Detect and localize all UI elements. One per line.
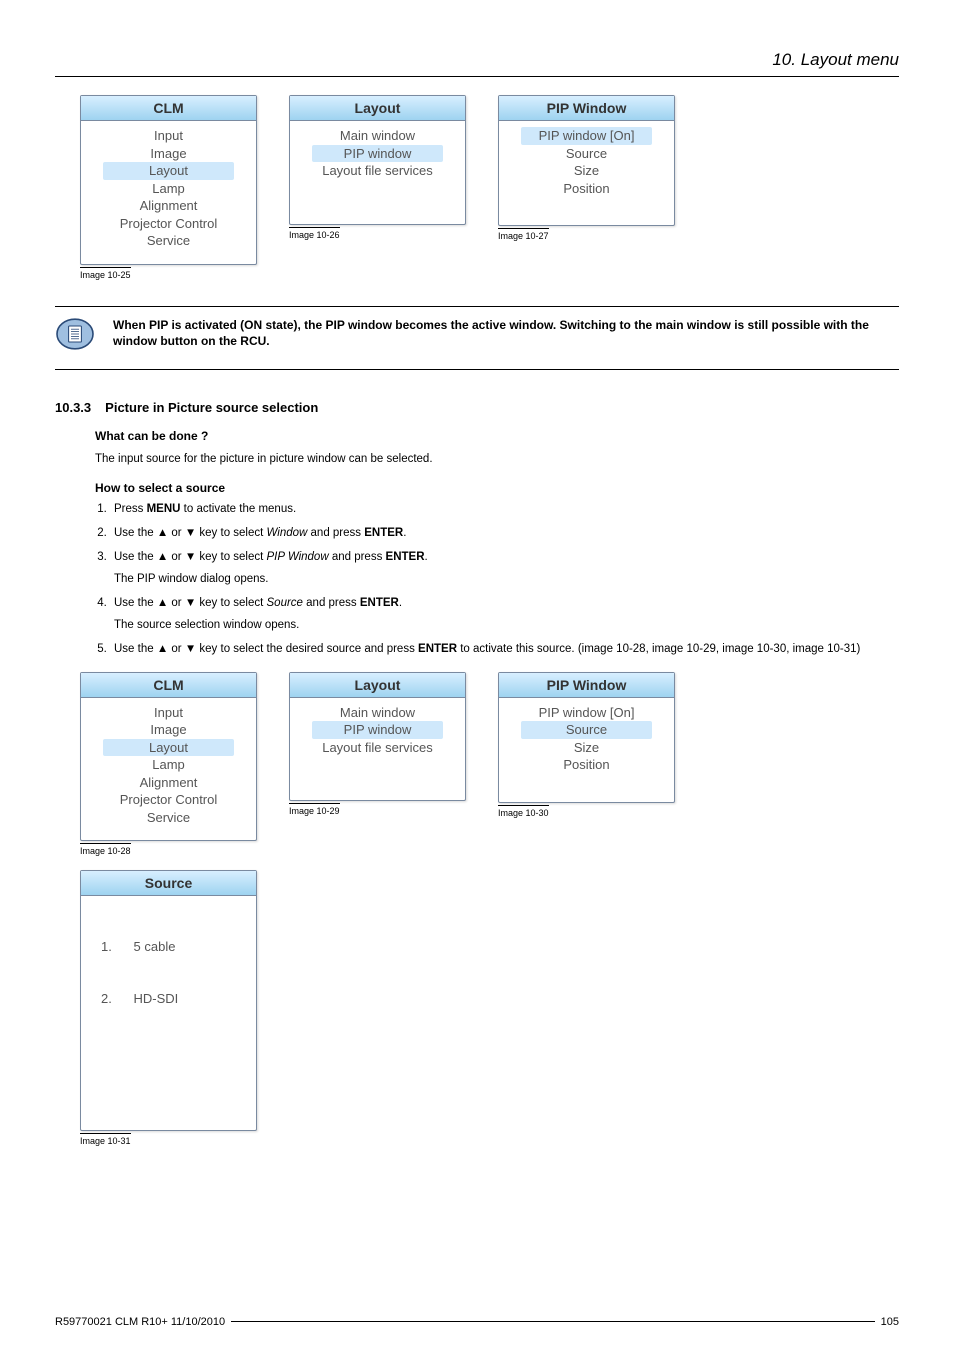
menu-item[interactable]: Projector Control <box>85 215 252 233</box>
menu-item[interactable]: 1. 5 cable <box>101 938 252 956</box>
menu-item[interactable]: Main window <box>294 704 461 722</box>
image-caption: Image 10-29 <box>289 803 340 816</box>
section-title: Picture in Picture source selection <box>105 400 318 415</box>
menu-clm-title: CLM <box>81 96 256 121</box>
menu-item[interactable]: Input <box>85 127 252 145</box>
menu-layout-title: Layout <box>290 96 465 121</box>
menu-item[interactable]: Service <box>85 809 252 827</box>
menu-item[interactable]: Layout file services <box>294 739 461 757</box>
menu-source-title: Source <box>81 871 256 896</box>
note-icon <box>55 317 95 351</box>
header-rule <box>55 76 899 77</box>
menu-row-bottom: CLM Input Image Layout Lamp Alignment Pr… <box>80 672 899 857</box>
menu-item-selected[interactable]: PIP window <box>312 721 443 739</box>
menu-item[interactable]: Input <box>85 704 252 722</box>
menu-item[interactable]: PIP window [On] <box>503 704 670 722</box>
menu-item-selected[interactable]: PIP window [On] <box>521 127 652 145</box>
menu-clm: CLM Input Image Layout Lamp Alignment Pr… <box>80 95 257 265</box>
menu-item[interactable]: Service <box>85 232 252 250</box>
footer-page-number: 105 <box>881 1316 899 1328</box>
menu-row-top: CLM Input Image Layout Lamp Alignment Pr… <box>80 95 899 280</box>
menu-item[interactable]: Lamp <box>85 180 252 198</box>
image-caption: Image 10-27 <box>498 228 549 241</box>
menu-pip: PIP Window PIP window [On] Source Size P… <box>498 95 675 226</box>
menu-item-selected[interactable]: Layout <box>103 739 234 757</box>
footer: R59770021 CLM R10+ 11/10/2010 105 <box>55 1316 899 1328</box>
page-header: 10. Layout menu <box>55 50 899 70</box>
step-2: Use the ▲ or ▼ key to select Window and … <box>110 525 899 541</box>
menu-item-selected[interactable]: Source <box>521 721 652 739</box>
menu-pip-b: PIP Window PIP window [On] Source Size P… <box>498 672 675 803</box>
menu-layout-b-title: Layout <box>290 673 465 698</box>
menu-item[interactable]: Lamp <box>85 756 252 774</box>
step-3: Use the ▲ or ▼ key to select PIP Window … <box>110 549 899 587</box>
menu-item[interactable]: Main window <box>294 127 461 145</box>
menu-item[interactable]: Layout file services <box>294 162 461 180</box>
menu-item[interactable]: Position <box>503 180 670 198</box>
menu-item[interactable]: Alignment <box>85 774 252 792</box>
image-caption: Image 10-28 <box>80 843 131 856</box>
menu-item[interactable]: Image <box>85 145 252 163</box>
image-caption: Image 10-31 <box>80 1133 131 1146</box>
menu-item[interactable]: 2. HD-SDI <box>101 990 252 1008</box>
menu-source: Source 1. 5 cable 2. HD-SDI <box>80 870 257 1130</box>
menu-pip-b-title: PIP Window <box>499 673 674 698</box>
menu-item[interactable]: Size <box>503 162 670 180</box>
step-5: Use the ▲ or ▼ key to select the desired… <box>110 641 899 657</box>
note-text: When PIP is activated (ON state), the PI… <box>113 317 899 349</box>
note-block: When PIP is activated (ON state), the PI… <box>55 306 899 370</box>
steps-list: Press MENU to activate the menus. Use th… <box>95 501 899 658</box>
step-4: Use the ▲ or ▼ key to select Source and … <box>110 595 899 633</box>
image-caption: Image 10-26 <box>289 227 340 240</box>
menu-row-source: Source 1. 5 cable 2. HD-SDI Image 10-31 <box>80 870 899 1145</box>
menu-pip-title: PIP Window <box>499 96 674 121</box>
menu-item[interactable]: Projector Control <box>85 791 252 809</box>
menu-item-selected[interactable]: Layout <box>103 162 234 180</box>
menu-layout: Layout Main window PIP window Layout fil… <box>289 95 466 225</box>
image-caption: Image 10-30 <box>498 805 549 818</box>
menu-item[interactable]: Position <box>503 756 670 774</box>
menu-item[interactable]: Image <box>85 721 252 739</box>
menu-layout-b: Layout Main window PIP window Layout fil… <box>289 672 466 802</box>
menu-item-selected[interactable]: PIP window <box>312 145 443 163</box>
footer-left: R59770021 CLM R10+ 11/10/2010 <box>55 1316 225 1328</box>
menu-clm-b-title: CLM <box>81 673 256 698</box>
menu-clm-b: CLM Input Image Layout Lamp Alignment Pr… <box>80 672 257 842</box>
what-text: The input source for the picture in pict… <box>95 451 899 467</box>
step-1: Press MENU to activate the menus. <box>110 501 899 517</box>
how-heading: How to select a source <box>95 481 899 495</box>
footer-line <box>231 1321 875 1322</box>
image-caption: Image 10-25 <box>80 267 131 280</box>
menu-item[interactable]: Alignment <box>85 197 252 215</box>
menu-item[interactable]: Size <box>503 739 670 757</box>
section-number: 10.3.3 <box>55 400 91 415</box>
menu-item[interactable]: Source <box>503 145 670 163</box>
what-heading: What can be done ? <box>95 429 899 443</box>
